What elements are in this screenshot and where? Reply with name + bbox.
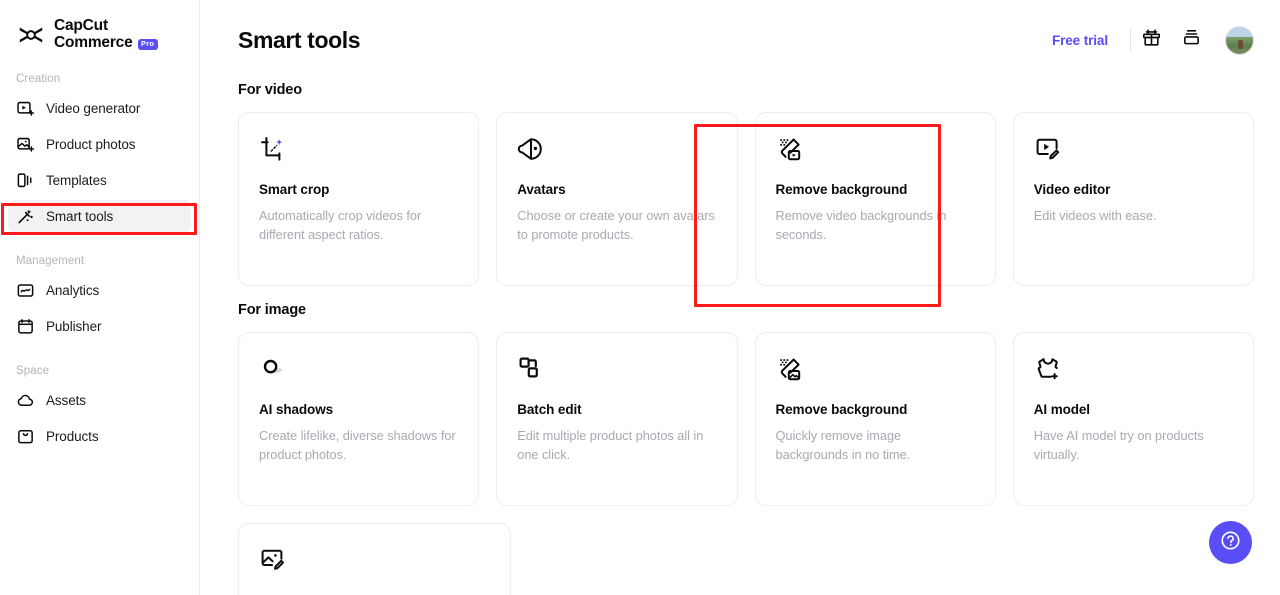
- free-trial-button[interactable]: Free trial: [1052, 33, 1130, 48]
- page-title: Smart tools: [238, 26, 361, 53]
- grid-spacer: [776, 523, 1007, 595]
- brand-name-line2: Commerce: [54, 33, 133, 51]
- tool-card-title: Remove background: [775, 402, 908, 417]
- product-photos-icon: [16, 135, 35, 154]
- publisher-icon: [16, 317, 35, 336]
- gift-icon: [1141, 27, 1162, 53]
- help-button[interactable]: [1209, 521, 1252, 564]
- analytics-icon: [16, 281, 35, 300]
- products-box-icon: [16, 427, 35, 446]
- sidebar-item-label: Publisher: [46, 319, 102, 335]
- help-question-icon: [1219, 529, 1242, 557]
- sidebar-item-product-photos[interactable]: Product photos: [8, 128, 191, 161]
- sidebar-item-label: Analytics: [46, 283, 100, 299]
- sidebar-section-label-space: Space: [16, 365, 50, 378]
- sidebar-item-publisher[interactable]: Publisher: [8, 310, 191, 343]
- grid-spacer: [528, 523, 759, 595]
- ai-model-shirt-icon: [1034, 355, 1062, 383]
- templates-icon: [16, 171, 35, 190]
- tool-card-desc: Automatically crop videos for different …: [259, 208, 422, 243]
- tool-card-desc: Remove video backgrounds in seconds.: [775, 208, 947, 243]
- tool-card-desc: Edit videos with ease.: [1033, 208, 1157, 223]
- topbar: Smart tools Free trial: [200, 0, 1280, 62]
- sidebar-item-products[interactable]: Products: [8, 420, 191, 453]
- video-generator-icon: [16, 99, 35, 118]
- tool-card-title: Batch edit: [517, 402, 582, 417]
- stack-layers-button[interactable]: [1171, 23, 1211, 57]
- remove-image-background-icon: [776, 355, 804, 383]
- capcut-logo-icon: [16, 20, 46, 50]
- section-title-for-image: For image: [238, 302, 306, 318]
- tool-card-smart-crop[interactable]: Smart crop Automatically crop videos for…: [238, 112, 480, 286]
- section-title-for-video: For video: [238, 82, 302, 98]
- gift-button[interactable]: [1131, 23, 1171, 57]
- tool-card-title: Smart crop: [259, 182, 330, 197]
- topbar-actions: Free trial: [1052, 23, 1254, 57]
- app-root: CapCut Commerce Pro Creation Video gener…: [0, 0, 1280, 595]
- tool-card-title: Remove background: [775, 182, 908, 197]
- stack-layers-icon: [1181, 27, 1202, 53]
- smart-crop-icon: [259, 135, 287, 163]
- tools-content: For video Smart crop Automatically crop: [200, 62, 1280, 595]
- sidebar-item-label: Product photos: [46, 137, 136, 153]
- tool-card-ai-shadows[interactable]: AI shadows Create lifelike, diverse shad…: [238, 332, 480, 506]
- brand-logo[interactable]: CapCut Commerce Pro: [0, 0, 199, 51]
- sidebar-item-label: Smart tools: [46, 209, 114, 225]
- sidebar-section-label-management: Management: [16, 255, 85, 268]
- tool-card-batch-edit[interactable]: Batch edit Edit multiple product photos …: [496, 332, 738, 506]
- tool-card-ai-model[interactable]: AI model Have AI model try on products v…: [1012, 332, 1254, 506]
- tool-card-desc: Choose or create your own avatars to pro…: [517, 208, 715, 243]
- batch-edit-icon: [517, 355, 545, 383]
- card-grid-for-image: AI shadows Create lifelike, diverse shad…: [238, 332, 1254, 506]
- brand-name-line1: CapCut: [54, 17, 108, 34]
- main-content: Smart tools Free trial For video Smart c…: [200, 0, 1280, 595]
- sidebar-item-label: Products: [46, 429, 99, 445]
- sidebar-item-video-generator[interactable]: Video generator: [8, 92, 191, 125]
- assets-cloud-icon: [16, 391, 35, 410]
- tool-card-remove-background-video[interactable]: Remove background Remove video backgroun…: [754, 112, 996, 286]
- sidebar-item-assets[interactable]: Assets: [8, 384, 191, 417]
- video-editor-icon: [1034, 135, 1062, 163]
- smart-tools-icon: [16, 207, 35, 226]
- tool-card-desc: Edit multiple product photos all in one …: [517, 428, 704, 463]
- avatar[interactable]: [1225, 25, 1254, 55]
- tool-card-desc: Create lifelike, diverse shadows for pro…: [259, 428, 456, 463]
- image-editor-icon: [259, 546, 287, 574]
- sidebar-item-label: Templates: [46, 173, 107, 189]
- ai-shadows-icon: [259, 355, 287, 383]
- sidebar-item-smart-tools[interactable]: Smart tools: [8, 200, 191, 234]
- remove-video-background-icon: [776, 135, 804, 163]
- sidebar-item-templates[interactable]: Templates: [8, 164, 191, 197]
- tool-card-desc: Have AI model try on products virtually.: [1033, 428, 1204, 463]
- card-grid-for-video: Smart crop Automatically crop videos for…: [238, 112, 1254, 286]
- tool-card-desc: Quickly remove image backgrounds in no t…: [775, 428, 911, 463]
- sidebar-item-label: Assets: [46, 393, 86, 409]
- tool-card-remove-background-image[interactable]: Remove background Quickly remove image b…: [754, 332, 996, 506]
- sidebar-item-analytics[interactable]: Analytics: [8, 274, 191, 307]
- tool-card-avatars[interactable]: Avatars Choose or create your own avatar…: [496, 112, 738, 286]
- tool-card-title: Avatars: [517, 182, 566, 197]
- sidebar: CapCut Commerce Pro Creation Video gener…: [0, 0, 200, 595]
- avatar-face-icon: [517, 135, 545, 163]
- tool-card-image-editor-partial[interactable]: [238, 523, 511, 595]
- tool-card-title: AI model: [1033, 402, 1090, 417]
- tool-card-video-editor[interactable]: Video editor Edit videos with ease.: [1012, 112, 1254, 286]
- sidebar-item-label: Video generator: [46, 101, 141, 117]
- pro-badge: Pro: [137, 38, 158, 50]
- tool-card-title: AI shadows: [259, 402, 334, 417]
- card-grid-partial: [238, 523, 1254, 595]
- tool-card-title: Video editor: [1033, 182, 1111, 197]
- sidebar-section-label-creation: Creation: [16, 73, 61, 86]
